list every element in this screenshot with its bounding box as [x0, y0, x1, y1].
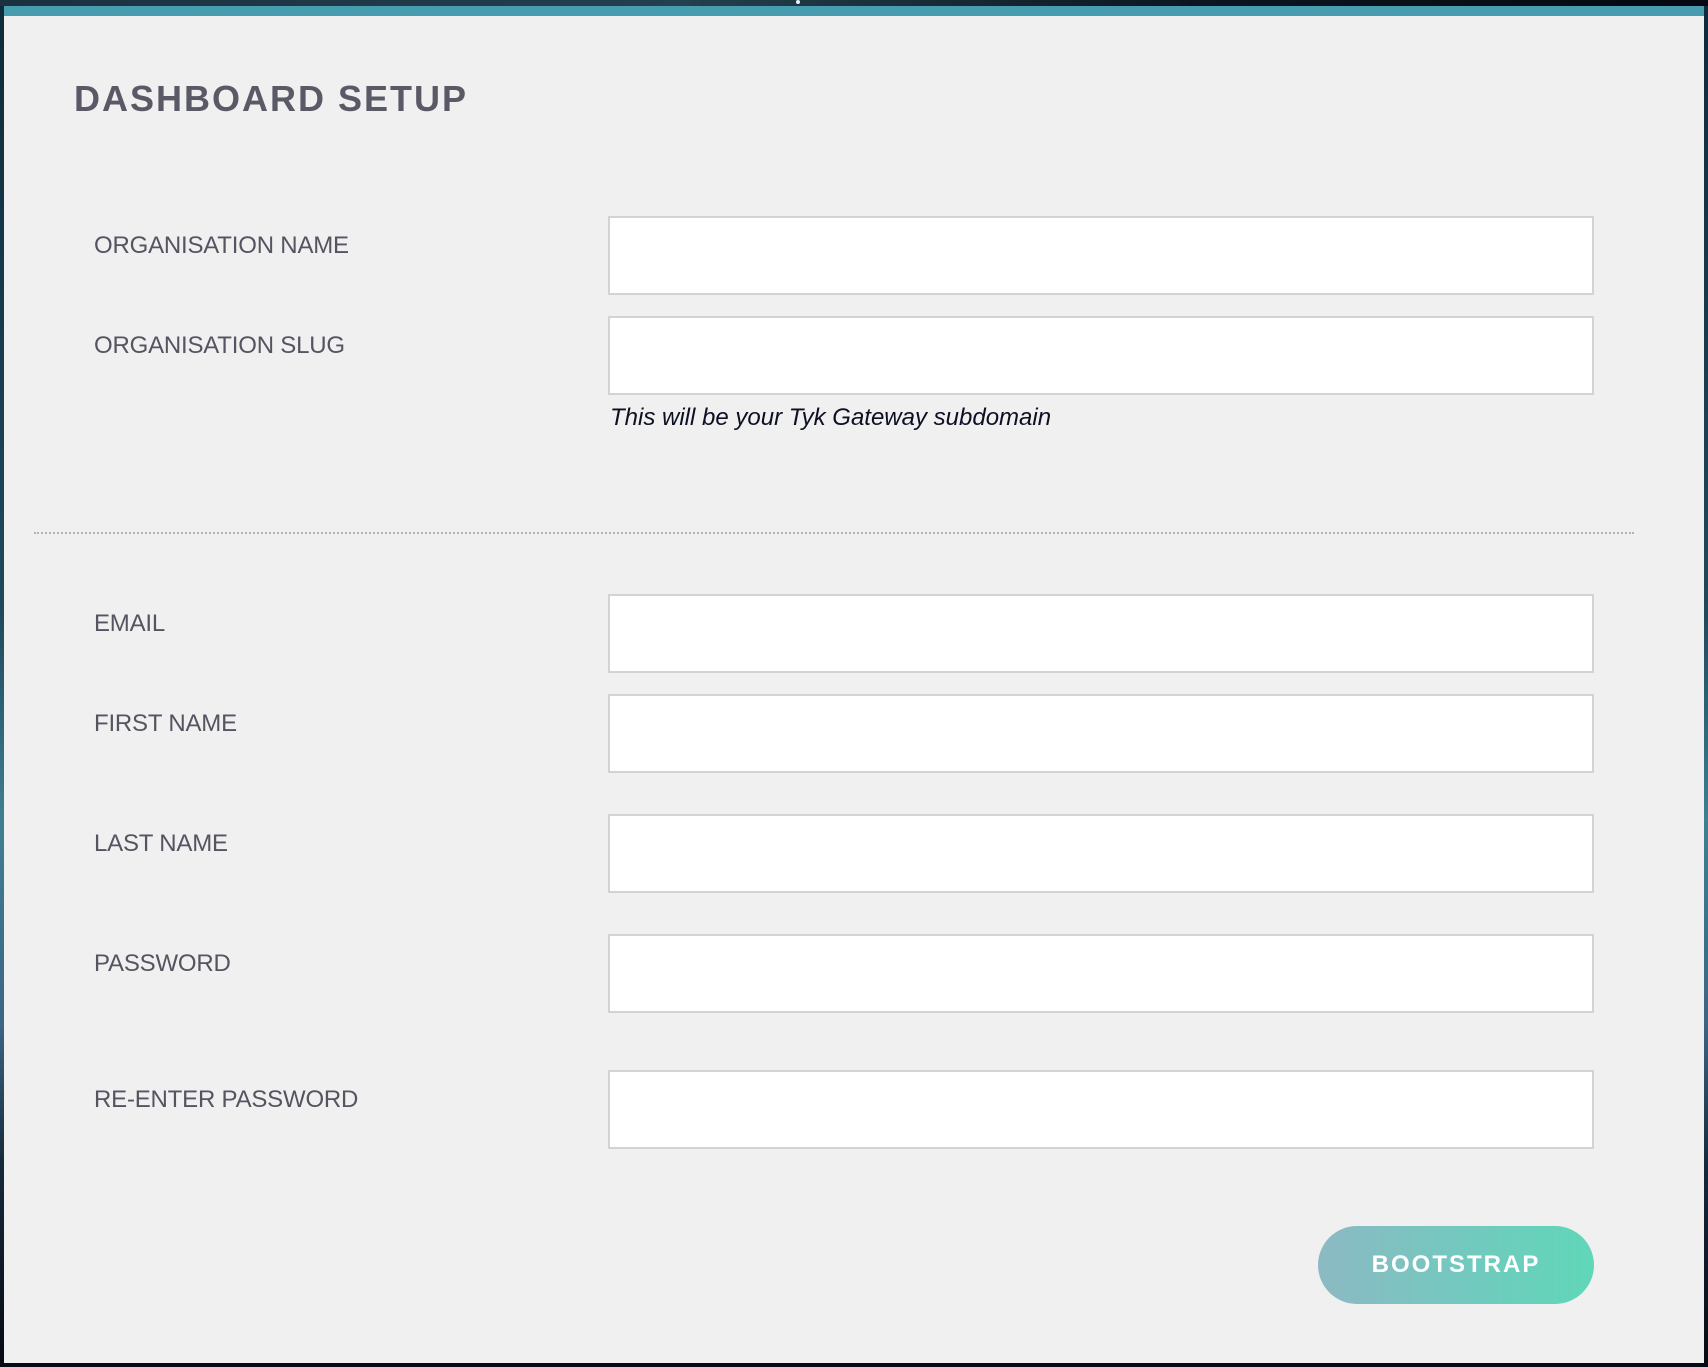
page-title: DASHBOARD SETUP — [74, 78, 469, 119]
organisation-slug-helper-text: This will be your Tyk Gateway subdomain — [610, 404, 1052, 431]
first-name-label: FIRST NAME — [94, 710, 237, 737]
email-input[interactable] — [608, 594, 1594, 673]
organisation-slug-input[interactable] — [608, 316, 1594, 395]
re-enter-password-label: RE-ENTER PASSWORD — [94, 1086, 359, 1113]
organisation-slug-label: ORGANISATION SLUG — [94, 332, 345, 359]
bootstrap-button[interactable]: BOOTSTRAP — [1318, 1226, 1594, 1304]
dashboard-setup-panel: DASHBOARD SETUP ORGANISATION NAME ORGANI… — [4, 6, 1704, 1363]
password-label: PASSWORD — [94, 950, 231, 977]
email-label: EMAIL — [94, 610, 166, 637]
section-divider — [34, 532, 1634, 534]
password-input[interactable] — [608, 934, 1594, 1013]
organisation-name-label: ORGANISATION NAME — [94, 232, 349, 259]
last-name-label: LAST NAME — [94, 830, 228, 857]
first-name-input[interactable] — [608, 694, 1594, 773]
panel-accent-bar — [4, 6, 1704, 16]
background-star — [796, 0, 800, 4]
organisation-name-input[interactable] — [608, 216, 1594, 295]
re-enter-password-input[interactable] — [608, 1070, 1594, 1149]
last-name-input[interactable] — [608, 814, 1594, 893]
